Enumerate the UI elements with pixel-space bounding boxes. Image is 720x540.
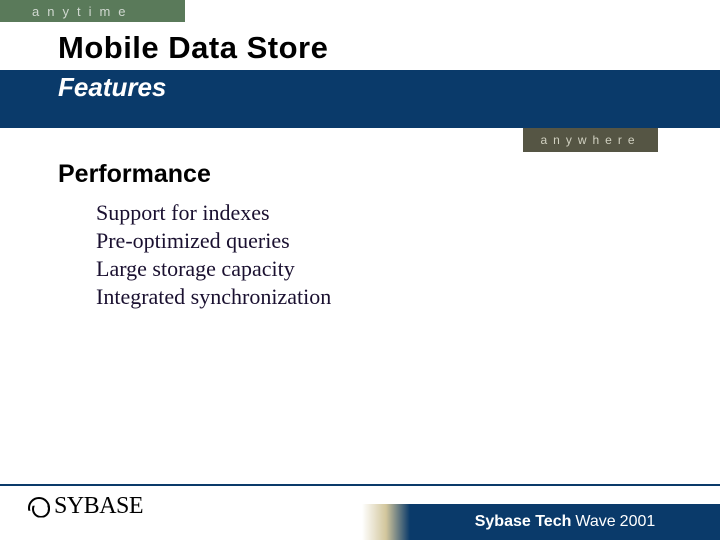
top-badge: anytime [0, 0, 185, 22]
slide-header: Mobile Data Store Features anywhere [0, 22, 720, 134]
slide-footer: SYBASE Sybase TechWave 2001 [0, 484, 720, 540]
section-heading: Performance [58, 160, 680, 189]
sybase-logo: SYBASE [28, 493, 143, 520]
footer-event-light: Wave [575, 513, 615, 531]
bullet-item: Integrated synchronization [96, 283, 680, 311]
anywhere-badge-text: anywhere [540, 133, 640, 147]
sybase-logo-text: SYBASE [54, 493, 143, 520]
bullet-item: Support for indexes [96, 199, 680, 227]
sybase-logo-icon [28, 496, 50, 518]
footer-rule [0, 484, 720, 486]
footer-event-year: 2001 [620, 513, 656, 531]
footer-accent [362, 504, 410, 540]
footer-event-bold: Sybase Tech [475, 513, 572, 531]
top-badge-text: anytime [32, 4, 134, 19]
slide-subtitle: Features [58, 72, 166, 103]
slide-title: Mobile Data Store [58, 30, 328, 66]
bullet-list: Support for indexes Pre-optimized querie… [58, 199, 680, 312]
bullet-item: Pre-optimized queries [96, 227, 680, 255]
anywhere-badge: anywhere [523, 128, 658, 152]
footer-event-box: Sybase TechWave 2001 [410, 504, 720, 540]
slide-body: Performance Support for indexes Pre-opti… [58, 160, 680, 312]
bullet-item: Large storage capacity [96, 255, 680, 283]
